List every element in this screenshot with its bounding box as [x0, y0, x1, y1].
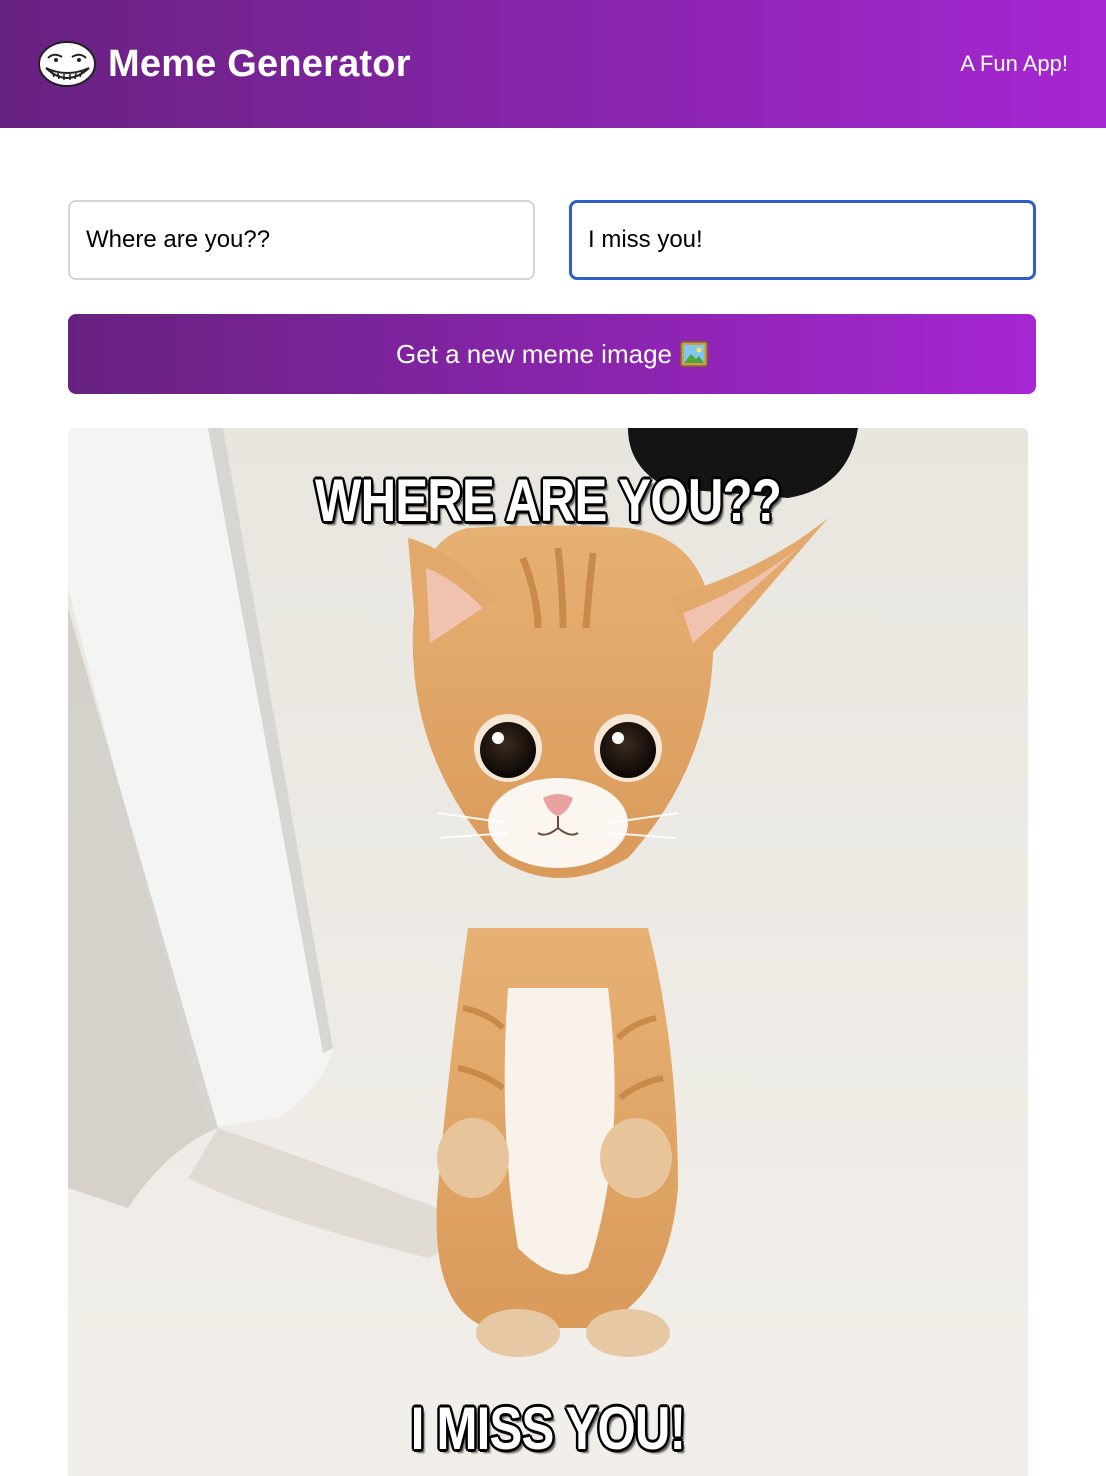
bottom-text-input[interactable] [569, 200, 1036, 280]
app-tagline: A Fun App! [960, 51, 1068, 76]
meme-kitten-image [68, 428, 1028, 1476]
meme-text-form [68, 200, 1036, 280]
brand: Meme Generator [36, 38, 411, 90]
get-new-meme-image-button[interactable]: Get a new meme image [68, 314, 1036, 394]
app-header: Meme Generator A Fun App! [0, 0, 1106, 128]
meme-bottom-text: I miss you! [410, 1395, 686, 1462]
app-title: Meme Generator [108, 42, 411, 85]
troll-face-icon [38, 41, 96, 87]
meme-preview: Where are you?? I miss you! [68, 428, 1028, 1476]
get-new-meme-image-label: Get a new meme image [395, 338, 672, 369]
meme-top-text: Where are you?? [314, 467, 782, 534]
top-text-input[interactable] [68, 200, 535, 280]
picture-frame-icon [680, 341, 708, 367]
